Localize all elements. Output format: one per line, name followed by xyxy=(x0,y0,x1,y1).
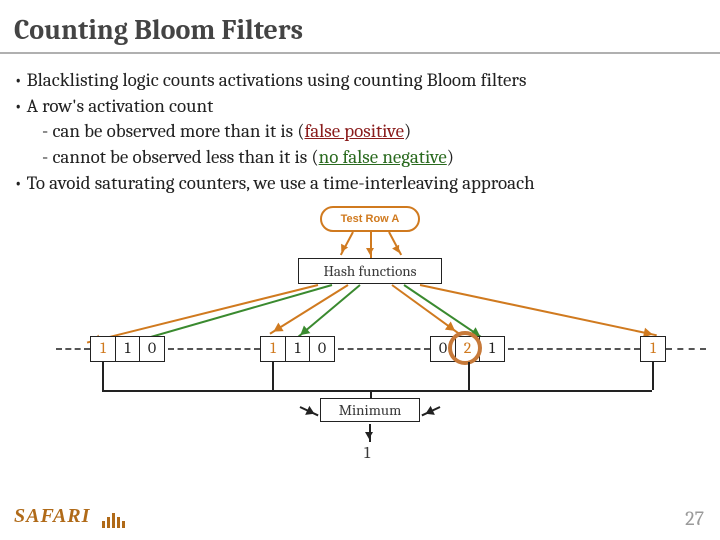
counter-cell: 1 xyxy=(260,336,286,362)
safari-logo: SAFARI xyxy=(14,505,125,528)
page-number: 27 xyxy=(685,507,704,530)
connector-icon xyxy=(102,390,652,392)
bloom-diagram: Test Row A Hash functions 1 1 0 1 1 0 0 … xyxy=(0,200,720,480)
bullet-2b: cannot be observed less than it is (no f… xyxy=(42,145,706,171)
bullet-2a: can be observed more than it is (false p… xyxy=(42,119,706,145)
rail-icon xyxy=(508,348,640,350)
counter-group: 1 xyxy=(640,336,666,362)
rail-icon xyxy=(56,348,90,350)
hash-functions-box: Hash functions xyxy=(298,258,442,284)
connector-icon xyxy=(468,362,470,390)
no-false-negative-text: no false negative xyxy=(319,146,447,168)
fan-arrow-icon xyxy=(340,232,354,256)
counter-cell: 1 xyxy=(90,336,116,362)
counter-cell: 1 xyxy=(115,336,141,362)
highlight-circle-icon xyxy=(448,331,482,365)
bullet-2b-post: ) xyxy=(447,146,454,168)
counter-group: 1 1 0 xyxy=(90,336,165,362)
bullet-1: Blacklisting logic counts activations us… xyxy=(14,68,706,94)
counter-cell: 1 xyxy=(285,336,311,362)
arrow-down-icon xyxy=(369,424,371,442)
bullet-2a-post: ) xyxy=(404,120,411,142)
arrow-icon xyxy=(300,406,319,416)
arrow-icon xyxy=(421,406,440,416)
rail-icon xyxy=(666,348,706,350)
connector-icon xyxy=(370,390,372,398)
hash-arrow-icon xyxy=(403,284,484,339)
hash-arrow-icon xyxy=(87,284,318,344)
bullet-3: To avoid saturating counters, we use a t… xyxy=(14,171,706,197)
counter-cell: 0 xyxy=(139,336,165,362)
counter-cell: 1 xyxy=(640,336,666,362)
bullet-2b-pre: cannot be observed less than it is ( xyxy=(52,146,318,168)
bullet-2: A row's activation count xyxy=(14,94,706,120)
connector-icon xyxy=(272,362,274,390)
fan-arrow-icon xyxy=(370,232,372,258)
bullet-2a-pre: can be observed more than it is ( xyxy=(52,120,304,142)
logo-bars-icon xyxy=(100,505,125,528)
test-row-badge: Test Row A xyxy=(320,206,420,232)
connector-icon xyxy=(652,362,654,390)
rail-icon xyxy=(338,348,430,350)
rail-icon xyxy=(168,348,260,350)
bullet-list: Blacklisting logic counts activations us… xyxy=(0,68,720,196)
minimum-value: 1 xyxy=(364,444,370,463)
minimum-box: Minimum xyxy=(320,398,420,422)
counter-cell: 0 xyxy=(309,336,335,362)
counter-group: 1 1 0 xyxy=(260,336,335,362)
connector-icon xyxy=(102,362,104,390)
logo-text: SAFARI xyxy=(14,505,90,527)
fan-arrow-icon xyxy=(388,232,402,256)
page-title: Counting Bloom Filters xyxy=(0,0,720,54)
false-positive-text: false positive xyxy=(304,120,404,142)
counter-cell: 1 xyxy=(479,336,505,362)
